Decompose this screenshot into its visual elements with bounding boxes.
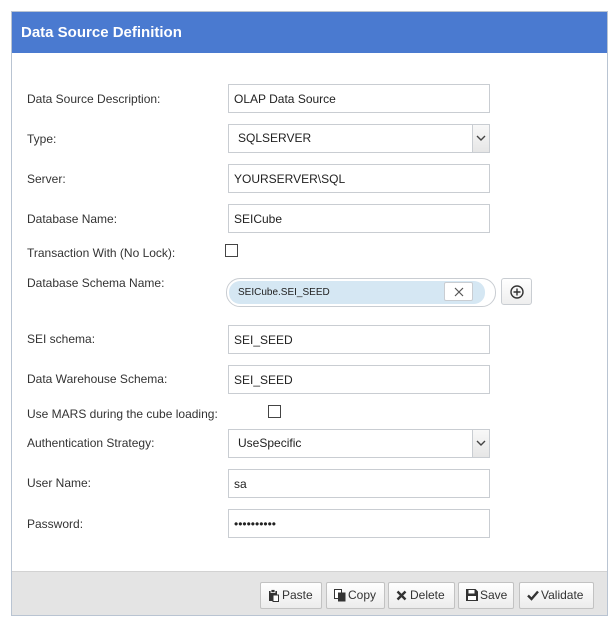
x-icon [396, 590, 407, 601]
transaction-no-lock-label: Transaction With (No Lock): [27, 246, 176, 260]
auth-strategy-dropdown-button[interactable] [472, 430, 489, 457]
warehouse-schema-label: Data Warehouse Schema: [27, 372, 168, 386]
action-footer: Paste Copy Delete Save Validate [12, 571, 607, 615]
use-mars-checkbox[interactable] [268, 405, 281, 418]
close-icon [454, 287, 464, 297]
user-name-input[interactable] [228, 469, 490, 498]
type-select[interactable]: SQLSERVER [228, 124, 490, 153]
database-name-label: Database Name: [27, 212, 118, 226]
warehouse-schema-input[interactable] [228, 365, 490, 394]
user-name-label: User Name: [27, 476, 92, 490]
copy-button-label: Copy [348, 588, 377, 602]
description-input[interactable] [228, 84, 490, 113]
use-mars-label: Use MARS during the cube loading: [27, 407, 218, 421]
schema-tag-label: SEICube.SEI_SEED [238, 287, 330, 298]
description-label: Data Source Description: [27, 92, 161, 106]
sei-schema-input[interactable] [228, 325, 490, 354]
database-name-input[interactable] [228, 204, 490, 233]
schema-tag-remove-button[interactable] [444, 282, 473, 301]
server-input[interactable] [228, 164, 490, 193]
type-label: Type: [27, 132, 57, 146]
auth-strategy-label: Authentication Strategy: [27, 436, 155, 450]
auth-strategy-select[interactable]: UseSpecific [228, 429, 490, 458]
validate-button-label: Validate [541, 588, 584, 602]
type-select-value: SQLSERVER [238, 131, 312, 145]
save-button-label: Save [480, 588, 508, 602]
type-dropdown-button[interactable] [472, 125, 489, 152]
paste-button[interactable]: Paste [260, 582, 322, 609]
server-label: Server: [27, 172, 66, 186]
chevron-down-icon [476, 135, 486, 141]
schema-tag: SEICube.SEI_SEED [229, 281, 485, 304]
copy-button[interactable]: Copy [326, 582, 385, 609]
transaction-no-lock-checkbox[interactable] [225, 244, 238, 257]
clipboard-icon [269, 589, 279, 602]
form-panel: Data Source Description: Type: SQLSERVER… [12, 60, 607, 572]
add-schema-button[interactable] [501, 278, 532, 305]
database-schema-label: Database Schema Name: [27, 276, 165, 290]
floppy-disk-icon [466, 589, 478, 601]
paste-button-label: Paste [282, 588, 313, 602]
password-input[interactable] [228, 509, 490, 538]
save-button[interactable]: Save [458, 582, 514, 609]
copy-icon [334, 589, 346, 602]
password-label: Password: [27, 517, 84, 531]
delete-button-label: Delete [410, 588, 445, 602]
data-source-dialog: Data Source Definition Data Source Descr… [11, 11, 608, 616]
chevron-down-icon [476, 440, 486, 446]
delete-button[interactable]: Delete [388, 582, 455, 609]
checkmark-icon [527, 590, 539, 601]
database-schema-tag-input[interactable]: SEICube.SEI_SEED [226, 278, 496, 307]
validate-button[interactable]: Validate [519, 582, 594, 609]
auth-strategy-select-value: UseSpecific [238, 436, 302, 450]
sei-schema-label: SEI schema: [27, 332, 96, 346]
dialog-title: Data Source Definition [12, 12, 607, 53]
plus-circle-icon [510, 285, 524, 299]
